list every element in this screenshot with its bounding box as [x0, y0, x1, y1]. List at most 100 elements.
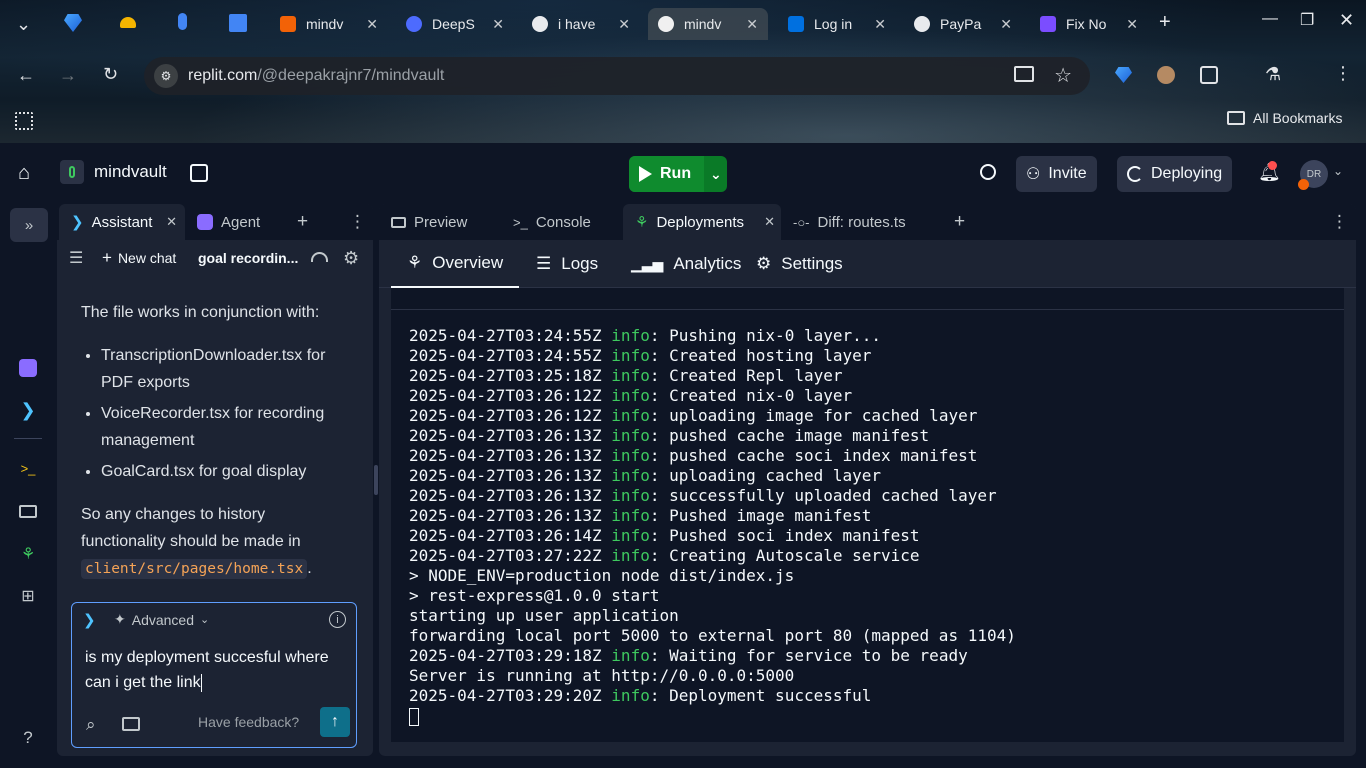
account-chevron-icon[interactable]: ⌄ [1333, 164, 1343, 178]
all-tools-grid-icon[interactable]: ⊞ [14, 582, 42, 610]
log-message: : Pushed soci index manifest [649, 526, 920, 545]
browser-tab-3[interactable]: i have ✕ [522, 8, 640, 40]
close-tab-icon[interactable]: ✕ [764, 214, 775, 230]
bookmark-star-icon[interactable]: ☆ [1054, 63, 1072, 88]
send-button[interactable]: ↑ [320, 707, 350, 737]
tab-deployments[interactable]: ⚘ Deployments ✕ [623, 204, 781, 240]
search-icon[interactable] [980, 164, 996, 180]
feedback-link[interactable]: Have feedback? [198, 714, 299, 730]
close-tab-icon[interactable]: ✕ [618, 16, 630, 33]
close-tab-icon[interactable]: ✕ [366, 16, 378, 33]
pinned-tab-mic[interactable] [178, 13, 187, 30]
tab-label: Deployments [656, 213, 744, 231]
preview-tool-icon[interactable] [14, 497, 42, 525]
list-item: GoalCard.tsx for goal display [101, 458, 351, 485]
log-line: forwarding local port 5000 to external p… [409, 626, 1016, 646]
help-icon[interactable]: ? [14, 724, 42, 752]
run-main[interactable]: Run [629, 156, 704, 192]
labs-flask-icon[interactable]: ⚗ [1265, 65, 1281, 83]
pinned-tab-gem[interactable] [64, 14, 82, 32]
toggle-sidebar-icon[interactable]: » [10, 208, 48, 242]
extensions-puzzle-icon[interactable] [1200, 66, 1218, 84]
tab-console[interactable]: >_ Console [501, 204, 619, 240]
tab-agent[interactable]: Agent [185, 204, 285, 240]
close-tab-icon[interactable]: ✕ [746, 16, 758, 33]
chat-input[interactable]: is my deployment succesful where can i g… [85, 645, 350, 695]
chat-title: goal recordin... [198, 250, 299, 266]
log-line: 2025-04-27T03:24:55Z info: Pushing nix-0… [409, 326, 1016, 346]
invite-button[interactable]: ⚇ Invite [1016, 156, 1097, 192]
log-cursor-line[interactable] [409, 706, 1016, 726]
workspace-menu-icon[interactable]: ⋮ [1331, 212, 1348, 232]
attach-folder-icon[interactable] [122, 717, 140, 731]
subtab-logs[interactable]: ☰ Logs [536, 240, 598, 288]
close-window-icon[interactable]: ✕ [1339, 10, 1354, 31]
subtab-overview[interactable]: ⚘ Overview [391, 240, 519, 288]
info-icon[interactable]: i [329, 611, 346, 628]
install-app-icon[interactable] [1014, 66, 1034, 82]
close-tab-icon[interactable]: ✕ [492, 16, 504, 33]
new-tab-plus-icon[interactable]: + [954, 211, 965, 233]
browser-tab-4[interactable]: mindv ✕ [648, 8, 768, 40]
mode-selector[interactable]: ✦ Advanced ⌄ [114, 611, 209, 628]
assistant-tool-icon[interactable]: ❯ [14, 396, 42, 424]
minimize-icon[interactable]: — [1262, 10, 1278, 28]
log-line: > rest-express@1.0.0 start [409, 586, 1016, 606]
tab-title: DeepS [432, 16, 475, 32]
run-options-chevron-icon[interactable]: ⌄ [710, 166, 722, 183]
chevron-down-icon: ⌄ [200, 614, 210, 626]
forward-icon[interactable]: → [59, 66, 77, 84]
browser-menu-icon[interactable]: ⋮ [1334, 64, 1352, 82]
site-info-icon[interactable]: ⚙ [154, 64, 178, 88]
deploying-status-button[interactable]: Deploying [1117, 156, 1233, 192]
tab-preview[interactable]: Preview [379, 204, 499, 240]
extension-owl-icon[interactable] [1157, 66, 1175, 84]
close-tab-icon[interactable]: ✕ [874, 16, 886, 33]
agent-tool-icon[interactable] [14, 354, 42, 382]
settings-gear-icon[interactable]: ⚙ [343, 248, 359, 269]
tab-label: Assistant [91, 213, 153, 231]
apps-grid-icon[interactable] [15, 112, 33, 130]
run-button[interactable]: Run ⌄ [629, 156, 727, 192]
tab-search-chevron-icon[interactable]: ⌄ [16, 15, 31, 33]
home-icon[interactable]: ⌂ [18, 163, 38, 183]
usage-gauge-icon[interactable] [311, 252, 328, 262]
analytics-chart-icon: ▁▃▅ [631, 255, 664, 272]
subtab-analytics[interactable]: ▁▃▅ Analytics [631, 240, 741, 288]
shell-tool-icon[interactable]: >_ [14, 454, 42, 482]
chat-history-list-icon[interactable]: ☰ [69, 248, 83, 268]
tab-diff[interactable]: -○- Diff: routes.ts [781, 204, 941, 240]
tab-assistant[interactable]: ❯ Assistant ✕ [59, 204, 185, 240]
browser-tab-1[interactable]: mindv ✕ [270, 8, 388, 40]
tab-title: Log in [814, 16, 853, 32]
pinned-tab-helmet[interactable] [120, 17, 136, 28]
extension-gem-icon[interactable] [1115, 67, 1132, 83]
close-tab-icon[interactable]: ✕ [1000, 16, 1012, 33]
browser-tab-7[interactable]: Fix No ✕ [1030, 8, 1148, 40]
close-tab-icon[interactable]: ✕ [1126, 16, 1138, 33]
panel-menu-icon[interactable]: ⋮ [349, 212, 366, 232]
project-switcher[interactable]: mindvault [60, 160, 167, 184]
close-tab-icon[interactable]: ✕ [166, 214, 177, 230]
pinned-tab-docs[interactable] [229, 14, 247, 32]
maximize-icon[interactable]: ❐ [1300, 10, 1314, 30]
back-icon[interactable]: ← [17, 66, 35, 84]
browser-tab-2[interactable]: DeepS ✕ [396, 8, 514, 40]
all-bookmarks-button[interactable]: All Bookmarks [1227, 110, 1342, 126]
new-chat-button[interactable]: + New chat [102, 248, 176, 268]
panel-resize-handle[interactable] [374, 465, 378, 495]
deployments-tool-icon[interactable]: ⚘ [14, 540, 42, 568]
project-files-icon[interactable] [190, 164, 208, 182]
reload-icon[interactable]: ↻ [103, 65, 118, 83]
address-bar[interactable]: ⚙ replit.com /@deepakrajnr7/mindvault ☆ [144, 57, 1090, 95]
project-name: mindvault [94, 162, 167, 181]
log-timestamp: 2025-04-27T03:26:13Z [409, 506, 612, 525]
browser-tab-5[interactable]: Log in ✕ [778, 8, 896, 40]
log-line: 2025-04-27T03:27:22Z info: Creating Auto… [409, 546, 1016, 566]
attach-paperclip-icon[interactable]: ⌕ [86, 715, 96, 735]
log-line: 2025-04-27T03:26:12Z info: Created nix-0… [409, 386, 1016, 406]
browser-tab-6[interactable]: PayPa ✕ [904, 8, 1022, 40]
new-tab-icon[interactable]: + [1159, 11, 1171, 34]
new-tab-plus-icon[interactable]: + [297, 211, 308, 233]
subtab-settings[interactable]: ⚙ Settings [756, 240, 843, 288]
